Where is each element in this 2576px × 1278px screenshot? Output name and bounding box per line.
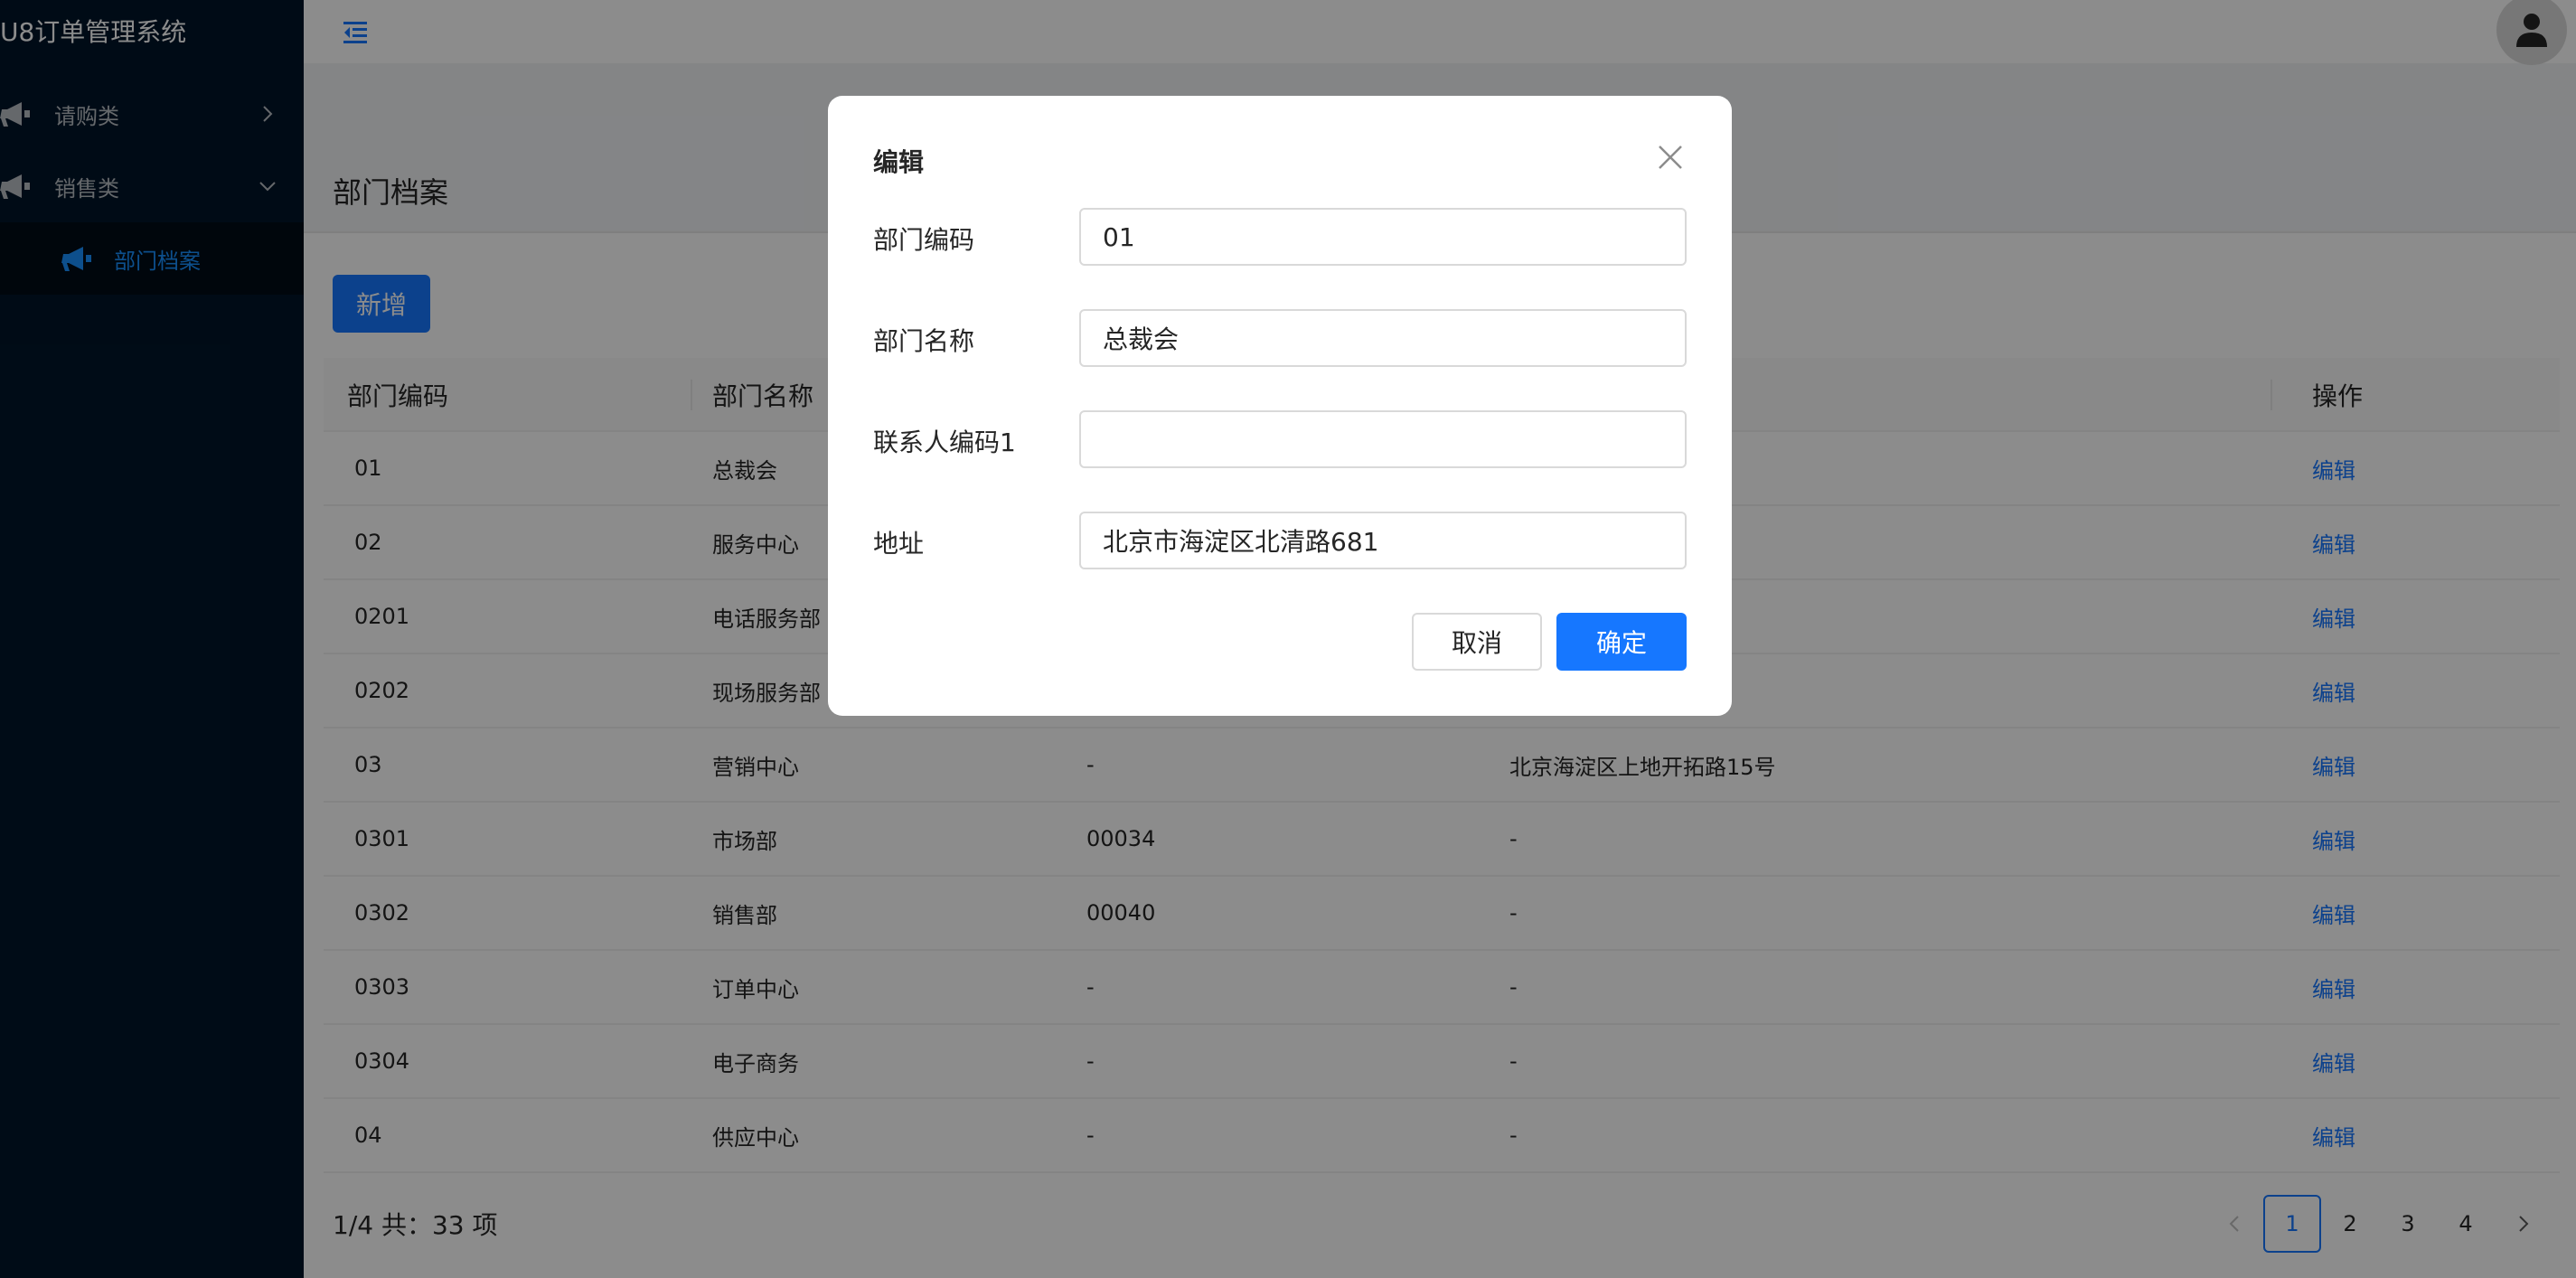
edit-modal: 编辑 部门编码 部门名称 联系人编码1 地址 取消 确定 — [828, 96, 1732, 716]
confirm-button[interactable]: 确定 — [1556, 613, 1687, 671]
contact-code-input[interactable] — [1079, 410, 1687, 468]
address-input[interactable] — [1079, 512, 1687, 569]
field-label-code: 部门编码 — [873, 225, 975, 255]
modal-title: 编辑 — [873, 147, 925, 177]
field-label-name: 部门名称 — [873, 326, 975, 356]
close-icon[interactable] — [1656, 143, 1685, 172]
field-label-contact: 联系人编码1 — [873, 428, 1016, 457]
department-code-input[interactable] — [1079, 208, 1687, 266]
cancel-button[interactable]: 取消 — [1412, 613, 1542, 671]
field-label-address: 地址 — [873, 529, 925, 559]
department-name-input[interactable] — [1079, 309, 1687, 367]
